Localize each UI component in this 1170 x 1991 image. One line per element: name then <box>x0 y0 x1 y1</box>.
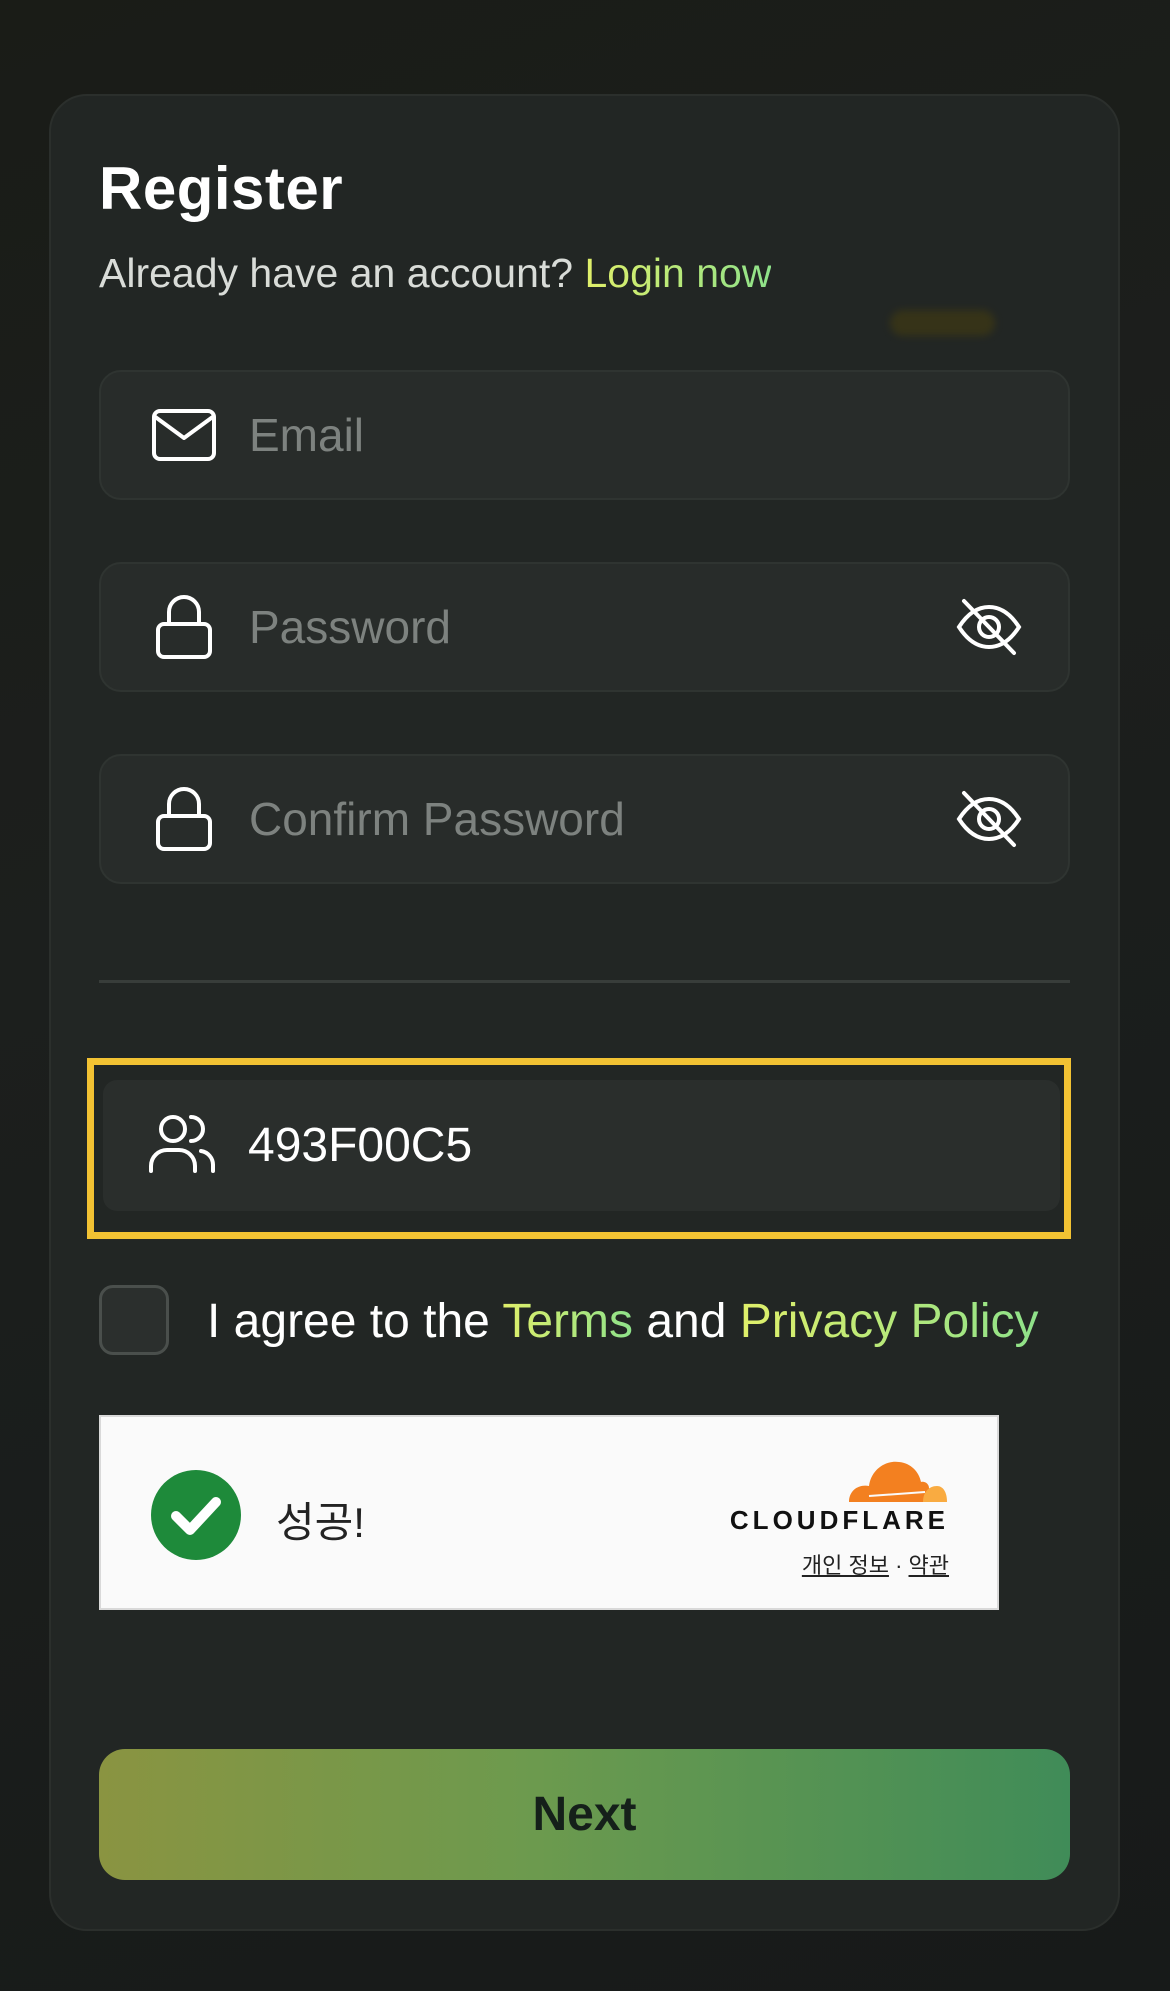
password-input[interactable] <box>247 564 938 690</box>
section-divider <box>99 980 1070 983</box>
cf-privacy-link[interactable]: 개인 정보 <box>802 1553 889 1578</box>
agreement-prefix: I agree to the <box>207 1295 503 1348</box>
cf-link-separator: · <box>895 1553 903 1578</box>
agreement-text: I agree to the Terms and Privacy Policy <box>207 1294 1039 1349</box>
eye-off-icon[interactable] <box>954 784 1024 854</box>
eye-off-icon[interactable] <box>954 592 1024 662</box>
referral-code-field[interactable] <box>103 1080 1060 1211</box>
cloudflare-links: 개인 정보 · 약관 <box>729 1548 949 1580</box>
turnstile-status: 성공! <box>276 1499 365 1546</box>
login-now-link[interactable]: Login now <box>585 250 772 296</box>
confirm-password-field[interactable] <box>99 754 1070 884</box>
confirm-password-input[interactable] <box>247 756 938 882</box>
cloudflare-logo: CLOUDFLARE 개인 정보 · 약관 <box>729 1452 949 1580</box>
blurred-spot <box>890 310 995 336</box>
privacy-policy-link[interactable]: Privacy Policy <box>740 1295 1039 1348</box>
cloudflare-wordmark: CLOUDFLARE <box>729 1505 949 1535</box>
agree-checkbox[interactable] <box>99 1285 169 1355</box>
page-title: Register <box>99 155 344 222</box>
cloudflare-cloud-icon <box>849 1461 947 1502</box>
email-input[interactable] <box>247 372 938 498</box>
cf-terms-link[interactable]: 약관 <box>909 1553 949 1578</box>
checkmark-icon[interactable] <box>151 1470 241 1560</box>
terms-link[interactable]: Terms <box>502 1295 633 1348</box>
password-field[interactable] <box>99 562 1070 692</box>
users-icon <box>149 1112 216 1178</box>
next-button[interactable]: Next <box>99 1749 1070 1880</box>
referral-code-input[interactable] <box>246 1080 1030 1211</box>
agreement-middle: and <box>633 1295 740 1348</box>
login-prompt-text: Already have an account? <box>99 250 585 296</box>
cloudflare-turnstile-widget: 성공! CLOUDFLARE 개인 정보 · 약관 <box>99 1415 999 1610</box>
lock-icon <box>151 786 217 852</box>
lock-icon <box>151 594 217 660</box>
login-prompt: Already have an account? Login now <box>99 250 771 297</box>
email-field[interactable] <box>99 370 1070 500</box>
mail-icon <box>151 402 217 468</box>
